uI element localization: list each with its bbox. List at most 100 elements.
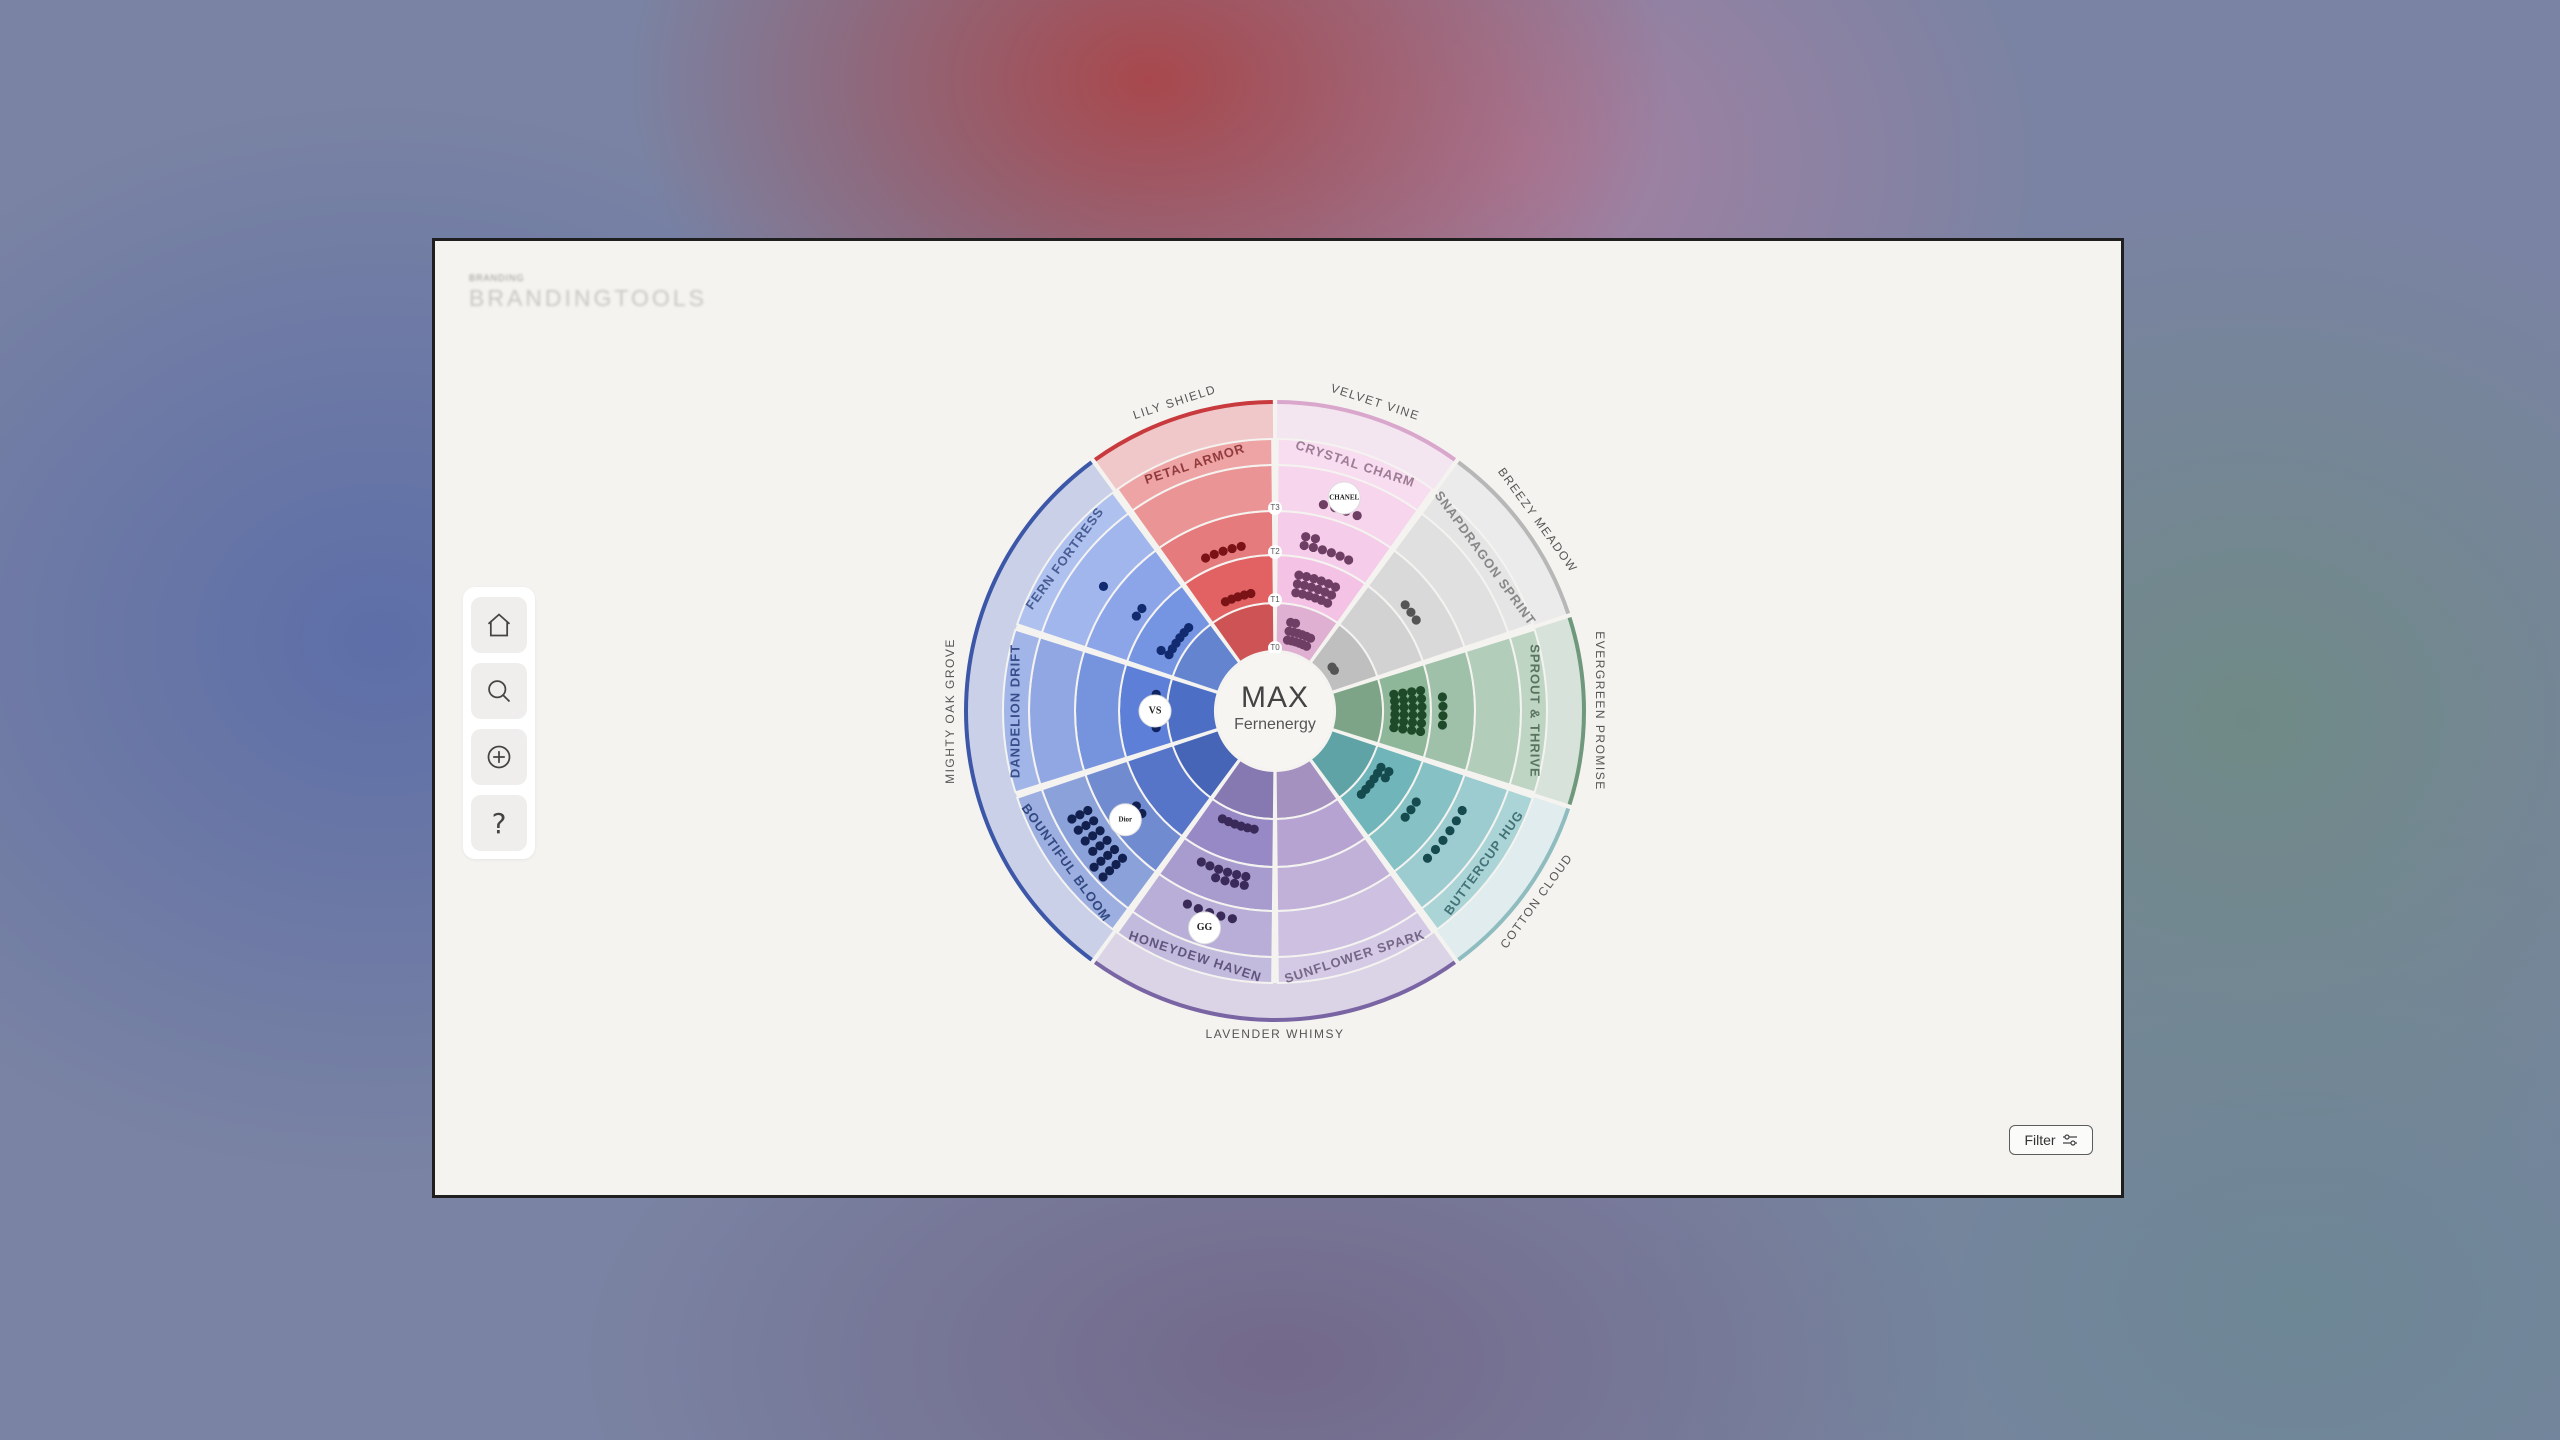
brand-dot[interactable]: [1098, 872, 1108, 882]
brand-dot[interactable]: [1239, 880, 1249, 890]
brand-dot[interactable]: [1308, 542, 1318, 553]
brand-dot[interactable]: [1089, 862, 1099, 872]
brand-dot[interactable]: [1411, 615, 1421, 625]
brand-dot[interactable]: [1422, 853, 1433, 863]
brand-dot[interactable]: [1310, 534, 1321, 544]
center-subtitle: Fernenergy: [1234, 716, 1316, 733]
brand-dot[interactable]: [1437, 692, 1448, 702]
brand-dot[interactable]: [1352, 510, 1362, 521]
add-button[interactable]: [471, 729, 527, 785]
brand-dot[interactable]: [1326, 548, 1336, 558]
brand-dot[interactable]: [1400, 600, 1410, 610]
brand-dot[interactable]: [1131, 611, 1141, 621]
brand-dot[interactable]: [1438, 711, 1448, 721]
brand-dot[interactable]: [1227, 543, 1237, 554]
brand-dot[interactable]: [1067, 814, 1077, 824]
segment-cell[interactable]: [1074, 649, 1128, 773]
brand-dot[interactable]: [1438, 835, 1448, 845]
brand-dot[interactable]: [1081, 820, 1091, 831]
brand-dot[interactable]: [1416, 718, 1427, 728]
brand-dot[interactable]: [1445, 826, 1455, 836]
brand-dot[interactable]: [1301, 532, 1311, 542]
center-title: MAX: [1241, 681, 1309, 714]
brand-dot[interactable]: [1411, 797, 1421, 807]
brand-dot[interactable]: [1088, 846, 1098, 856]
brand-dot[interactable]: [1417, 710, 1427, 720]
brand-dot[interactable]: [1290, 618, 1301, 628]
brand-dot[interactable]: [1437, 720, 1448, 730]
brand-dot[interactable]: [1400, 812, 1410, 822]
brand-dot[interactable]: [1317, 545, 1328, 555]
brand-badge-label: CHANEL: [1329, 494, 1359, 502]
brand-dot[interactable]: [1301, 641, 1312, 651]
filter-button[interactable]: Filter: [2009, 1125, 2093, 1155]
brand-dot[interactable]: [1083, 805, 1093, 816]
search-button[interactable]: [471, 663, 527, 719]
brand-dot[interactable]: [1088, 831, 1098, 841]
brand-dot[interactable]: [1227, 914, 1237, 924]
brand-wheel: PETAL ARMOR CRYSTAL CHARMSNAPDRAGON SPRIN…: [943, 381, 1607, 1041]
brand-dot[interactable]: [1406, 607, 1416, 617]
app-window: BRANDING BRANDINGTOOLS ? PETAL ARMOR CRYS…: [432, 238, 2124, 1198]
brand-dot[interactable]: [1326, 590, 1337, 600]
brand-dot[interactable]: [1451, 816, 1461, 826]
brand-dot[interactable]: [1156, 645, 1166, 656]
brand-dot[interactable]: [1236, 541, 1246, 552]
brand-dot[interactable]: [1089, 816, 1099, 826]
brand-dot[interactable]: [1380, 773, 1390, 783]
home-icon: [487, 613, 511, 637]
brand-dot[interactable]: [1389, 723, 1399, 733]
brand-dot[interactable]: [1205, 861, 1215, 871]
ring-label: T2: [1270, 547, 1280, 556]
brand-dot[interactable]: [1457, 805, 1467, 816]
brand-dot[interactable]: [1095, 826, 1105, 836]
brand-dot[interactable]: [1209, 549, 1219, 559]
brand-dot[interactable]: [1318, 500, 1329, 510]
brand-dot[interactable]: [1356, 789, 1366, 799]
brand-dot[interactable]: [1335, 551, 1345, 561]
brand-dot[interactable]: [1218, 546, 1228, 556]
brand-badge-label: GG: [1197, 922, 1213, 933]
brand-dot[interactable]: [1299, 540, 1309, 551]
brand-dot[interactable]: [1330, 582, 1341, 592]
help-icon: ?: [491, 806, 507, 840]
brand-dot[interactable]: [1246, 588, 1256, 599]
brand-dot[interactable]: [1241, 871, 1251, 882]
home-button[interactable]: [471, 597, 527, 653]
group-label: EVERGREEN PROMISE: [1593, 631, 1607, 791]
brand-dot[interactable]: [1407, 725, 1417, 735]
brand-dot[interactable]: [1075, 810, 1085, 820]
brand-dot[interactable]: [1073, 825, 1083, 835]
brand-dot[interactable]: [1214, 864, 1224, 874]
brand-dot[interactable]: [1211, 873, 1221, 883]
brand-dot[interactable]: [1232, 869, 1242, 880]
brand-dot[interactable]: [1098, 581, 1109, 591]
brand-dot[interactable]: [1217, 814, 1227, 824]
brand-dot[interactable]: [1415, 685, 1426, 696]
brand-dot[interactable]: [1080, 836, 1090, 846]
brand-dot[interactable]: [1305, 633, 1316, 643]
side-toolbar: ?: [463, 587, 535, 859]
brand-dot[interactable]: [1222, 867, 1233, 877]
brand-dot[interactable]: [1200, 553, 1211, 563]
help-button[interactable]: ?: [471, 795, 527, 851]
segment-cell[interactable]: [1422, 649, 1476, 773]
brand-dot[interactable]: [1229, 878, 1240, 888]
brand-dot[interactable]: [1137, 603, 1147, 614]
brand-dot[interactable]: [1415, 726, 1426, 737]
ring-label: T1: [1270, 595, 1280, 604]
brand-dot[interactable]: [1430, 844, 1441, 855]
brand-dot[interactable]: [1416, 694, 1427, 704]
brand-dot[interactable]: [1406, 805, 1416, 815]
brand-dot[interactable]: [1417, 702, 1427, 712]
brand-dot[interactable]: [1182, 899, 1193, 909]
brand-dot[interactable]: [1344, 555, 1354, 565]
brand-dot[interactable]: [1196, 857, 1206, 867]
brand-dot[interactable]: [1184, 623, 1194, 633]
brand-dot[interactable]: [1323, 598, 1333, 608]
brand-dot[interactable]: [1398, 724, 1408, 734]
brand-dot[interactable]: [1329, 665, 1340, 675]
brand-dot[interactable]: [1220, 876, 1230, 886]
brand-dot[interactable]: [1438, 701, 1448, 711]
brand-badge-label: Dior: [1119, 815, 1133, 823]
